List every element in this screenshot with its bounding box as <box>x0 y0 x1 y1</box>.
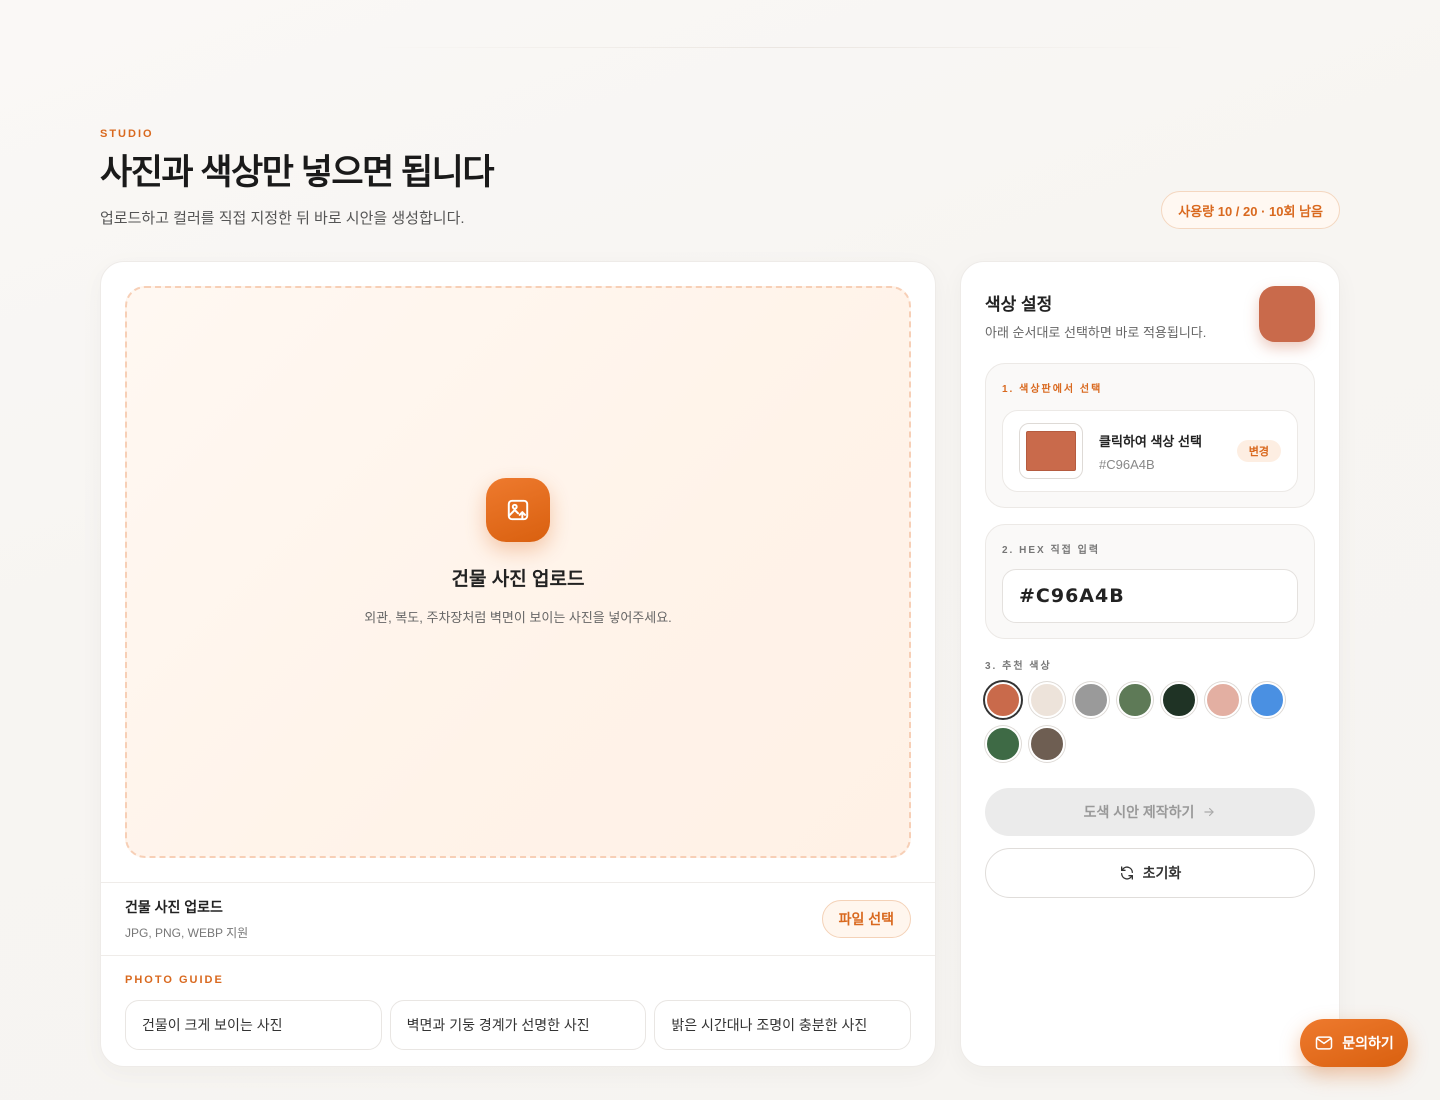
palette-section: 1. 색상판에서 선택 클릭하여 색상 선택 #C96A4B 변경 <box>985 363 1315 508</box>
recommended-color-chip[interactable] <box>985 726 1021 762</box>
color-picker-hex: #C96A4B <box>1099 457 1155 472</box>
page-header: STUDIO 사진과 색상만 넣으면 됩니다 업로드하고 컬러를 직접 지정한 … <box>100 128 1340 229</box>
dropzone-title: 건물 사진 업로드 <box>451 569 585 590</box>
color-picker[interactable]: 클릭하여 색상 선택 #C96A4B 변경 <box>1002 410 1298 492</box>
photo-guide-label: PHOTO GUIDE <box>125 974 224 986</box>
arrow-right-icon <box>1204 807 1215 817</box>
eyebrow-label: STUDIO <box>100 128 154 140</box>
current-color-preview <box>1259 286 1315 342</box>
photo-guide: PHOTO GUIDE 건물이 크게 보이는 사진 벽면과 기둥 경계가 선명한… <box>125 974 912 1050</box>
contact-label: 문의하기 <box>1342 1035 1394 1051</box>
upload-card: 건물 사진 업로드 외관, 복도, 주차장처럼 벽면이 보이는 사진을 넣어주세… <box>100 261 936 1067</box>
recommended-color-chip[interactable] <box>1161 682 1197 718</box>
recommended-color-chip[interactable] <box>1029 682 1065 718</box>
create-draft-label: 도색 시안 제작하기 <box>1083 804 1195 820</box>
recommended-color-chip[interactable] <box>1249 682 1285 718</box>
recommended-colors-label: 3. 추천 색상 <box>985 661 1052 672</box>
recommended-color-chip[interactable] <box>1073 682 1109 718</box>
usage-badge: 사용량 10 / 20 · 10회 남음 <box>1161 191 1340 229</box>
photo-guide-list: 건물이 크게 보이는 사진 벽면과 기둥 경계가 선명한 사진 밝은 시간대나 … <box>125 1000 912 1050</box>
recommended-color-chip[interactable] <box>1117 682 1153 718</box>
hex-input[interactable] <box>1002 569 1298 623</box>
dropzone-description: 외관, 복도, 주차장처럼 벽면이 보이는 사진을 넣어주세요. <box>364 610 672 625</box>
mail-icon <box>1315 1036 1333 1050</box>
color-settings-description: 아래 순서대로 선택하면 바로 적용됩니다. <box>985 325 1207 340</box>
top-divider <box>370 47 1190 48</box>
hex-section: 2. HEX 직접 입력 <box>985 524 1315 639</box>
upload-row-title: 건물 사진 업로드 <box>125 899 223 915</box>
image-upload-icon <box>486 478 550 542</box>
create-draft-button[interactable]: 도색 시안 제작하기 <box>985 788 1315 836</box>
file-select-button[interactable]: 파일 선택 <box>821 900 911 938</box>
contact-button[interactable]: 문의하기 <box>1300 1019 1408 1067</box>
color-settings-card: 색상 설정 아래 순서대로 선택하면 바로 적용됩니다. 1. 색상판에서 선택… <box>960 261 1340 1067</box>
recommended-color-chip[interactable] <box>1029 726 1065 762</box>
upload-row: 건물 사진 업로드 JPG, PNG, WEBP 지원 파일 선택 <box>101 882 935 956</box>
reset-button[interactable]: 초기화 <box>985 848 1315 898</box>
recommended-color-chip[interactable] <box>1205 682 1241 718</box>
guide-item: 벽면과 기둥 경계가 선명한 사진 <box>389 1000 647 1050</box>
hex-section-label: 2. HEX 직접 입력 <box>1002 545 1101 556</box>
page-subtitle: 업로드하고 컬러를 직접 지정한 뒤 바로 시안을 생성합니다. <box>100 209 465 227</box>
guide-item: 건물이 크게 보이는 사진 <box>125 1000 382 1050</box>
upload-info: 건물 사진 업로드 JPG, PNG, WEBP 지원 <box>125 897 248 941</box>
change-color-button[interactable]: 변경 <box>1236 440 1281 462</box>
color-settings-title: 색상 설정 <box>985 295 1053 314</box>
page-title: 사진과 색상만 넣으면 됩니다 <box>100 153 495 192</box>
reset-label: 초기화 <box>1142 865 1182 881</box>
refresh-icon <box>1120 866 1133 880</box>
recommended-color-chip[interactable] <box>985 682 1021 718</box>
supported-formats: JPG, PNG, WEBP 지원 <box>125 926 249 940</box>
color-picker-label: 클릭하여 색상 선택 <box>1099 434 1202 449</box>
color-swatch-fill <box>1026 431 1076 471</box>
palette-section-label: 1. 색상판에서 선택 <box>1002 384 1103 395</box>
guide-item: 밝은 시간대나 조명이 충분한 사진 <box>654 1000 912 1050</box>
color-swatch[interactable] <box>1019 423 1083 479</box>
photo-dropzone[interactable]: 건물 사진 업로드 외관, 복도, 주차장처럼 벽면이 보이는 사진을 넣어주세… <box>125 286 911 858</box>
